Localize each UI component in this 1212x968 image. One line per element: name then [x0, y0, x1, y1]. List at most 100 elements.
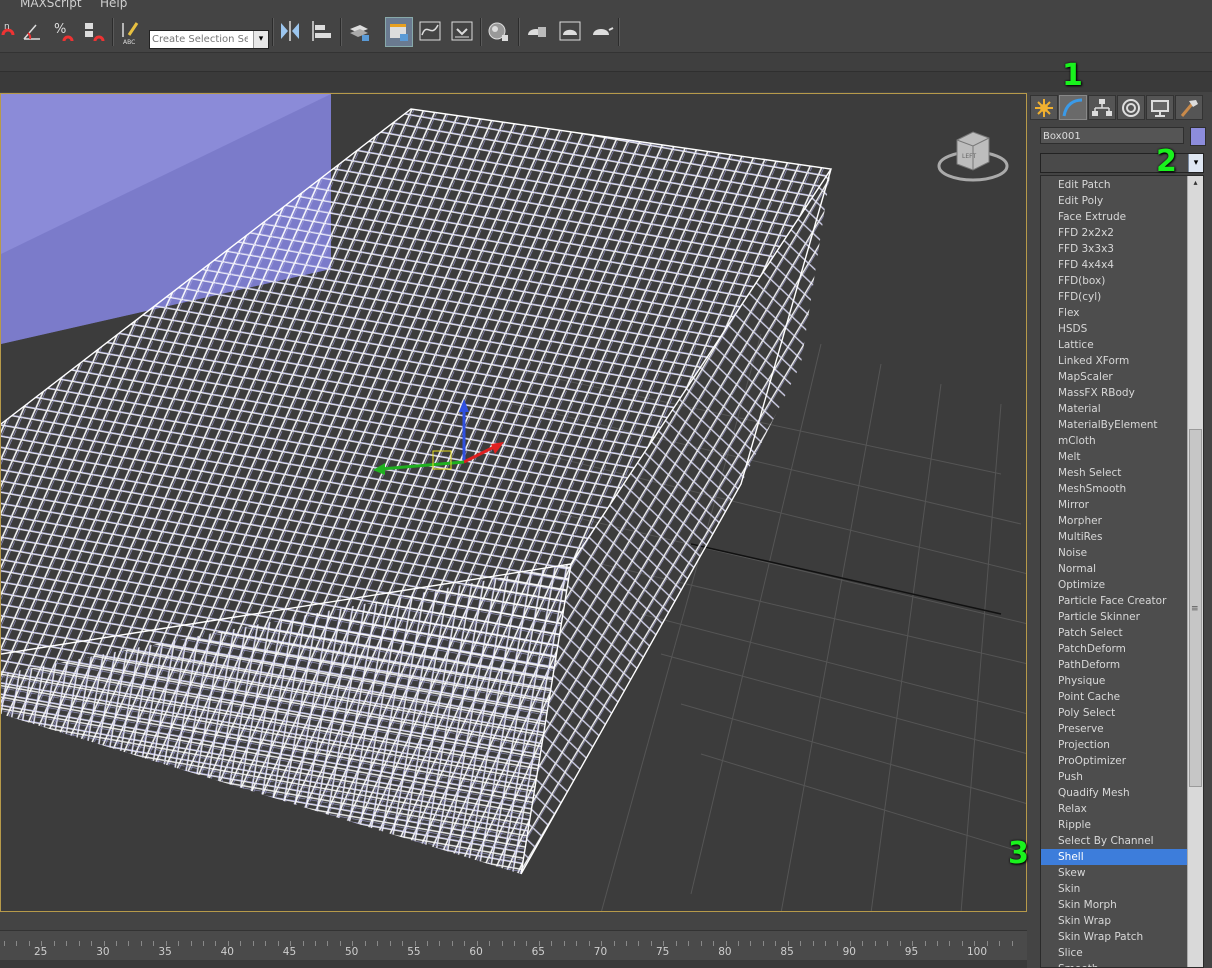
timeline-tick-mark: [290, 941, 291, 946]
tab-hierarchy[interactable]: [1088, 95, 1116, 120]
schematic-view-button[interactable]: [449, 17, 475, 45]
modifier-item[interactable]: Push: [1041, 769, 1187, 785]
spinner-snap-button[interactable]: [82, 17, 108, 45]
object-color-swatch[interactable]: [1190, 127, 1206, 146]
timeline-tick-mark: [526, 941, 527, 946]
modifier-item[interactable]: FFD 2x2x2: [1041, 225, 1187, 241]
tab-create[interactable]: [1030, 95, 1058, 120]
timeline-tick-mark: [141, 941, 142, 946]
modifier-item[interactable]: Skin Wrap: [1041, 913, 1187, 929]
modifier-item[interactable]: Select By Channel: [1041, 833, 1187, 849]
timeline-tick-mark: [937, 941, 938, 946]
modifier-item[interactable]: ProOptimizer: [1041, 753, 1187, 769]
modifier-item[interactable]: MapScaler: [1041, 369, 1187, 385]
modifier-item[interactable]: Ripple: [1041, 817, 1187, 833]
timeline-tick-mark: [576, 941, 577, 946]
menu-maxscript[interactable]: MAXScript: [20, 0, 82, 10]
modifier-item[interactable]: Relax: [1041, 801, 1187, 817]
timeline-tick-mark: [153, 941, 154, 946]
modifier-item[interactable]: Skin Wrap Patch: [1041, 929, 1187, 945]
modifier-item[interactable]: MassFX RBody: [1041, 385, 1187, 401]
modifier-item-selected[interactable]: Shell: [1041, 849, 1187, 865]
modifier-item[interactable]: Noise: [1041, 545, 1187, 561]
modifier-item[interactable]: MultiRes: [1041, 529, 1187, 545]
timeline-tick-mark: [589, 941, 590, 946]
timeline-tick-mark: [54, 941, 55, 946]
timeline-tick-mark: [626, 941, 627, 946]
modifier-item[interactable]: PatchDeform: [1041, 641, 1187, 657]
mirror-button[interactable]: [277, 17, 303, 45]
perspective-viewport[interactable]: LEFT: [0, 93, 1027, 912]
modifier-item[interactable]: mCloth: [1041, 433, 1187, 449]
material-editor-button[interactable]: [486, 17, 512, 45]
rendered-frame-window-button[interactable]: [557, 17, 583, 45]
modifier-item[interactable]: Linked XForm: [1041, 353, 1187, 369]
modifier-item[interactable]: HSDS: [1041, 321, 1187, 337]
timeline-tick-mark: [128, 941, 129, 946]
modifier-item[interactable]: MeshSmooth: [1041, 481, 1187, 497]
modifier-item[interactable]: Flex: [1041, 305, 1187, 321]
modifier-item[interactable]: FFD 4x4x4: [1041, 257, 1187, 273]
modifier-item[interactable]: Lattice: [1041, 337, 1187, 353]
modifier-item[interactable]: Patch Select: [1041, 625, 1187, 641]
timeline-tick-mark: [29, 941, 30, 946]
modifier-item[interactable]: Particle Face Creator: [1041, 593, 1187, 609]
modifier-item[interactable]: Physique: [1041, 673, 1187, 689]
modifier-item[interactable]: Normal: [1041, 561, 1187, 577]
tab-display[interactable]: [1146, 95, 1174, 120]
scene-explorer-button[interactable]: [385, 17, 413, 47]
modifier-item[interactable]: Projection: [1041, 737, 1187, 753]
timeline-tick-mark: [104, 941, 105, 946]
scroll-up-icon[interactable]: ▴: [1188, 176, 1203, 190]
tab-modify[interactable]: [1059, 95, 1087, 120]
modifier-item[interactable]: Face Extrude: [1041, 209, 1187, 225]
modifier-item[interactable]: Material: [1041, 401, 1187, 417]
chevron-down-icon[interactable]: ▾: [253, 31, 268, 48]
render-production-button[interactable]: [589, 17, 615, 45]
modifier-item[interactable]: Point Cache: [1041, 689, 1187, 705]
modifier-item[interactable]: Melt: [1041, 449, 1187, 465]
timeline-tick-mark: [303, 941, 304, 946]
menu-help[interactable]: Help: [100, 0, 127, 10]
modifier-item[interactable]: Particle Skinner: [1041, 609, 1187, 625]
modifier-item[interactable]: Quadify Mesh: [1041, 785, 1187, 801]
modifier-item[interactable]: Optimize: [1041, 577, 1187, 593]
modifier-item[interactable]: MaterialByElement: [1041, 417, 1187, 433]
named-selection-sets-input[interactable]: [150, 31, 250, 48]
modifier-item[interactable]: Skew: [1041, 865, 1187, 881]
modifier-item[interactable]: Preserve: [1041, 721, 1187, 737]
modifier-item[interactable]: FFD(cyl): [1041, 289, 1187, 305]
modifier-item[interactable]: FFD 3x3x3: [1041, 241, 1187, 257]
named-selection-sets-dropdown[interactable]: ▾: [149, 30, 269, 49]
object-name-field[interactable]: Box001: [1040, 127, 1184, 144]
modifier-item[interactable]: Morpher: [1041, 513, 1187, 529]
align-button[interactable]: [309, 17, 335, 45]
chevron-down-icon[interactable]: ▾: [1188, 154, 1203, 172]
modifier-item[interactable]: PathDeform: [1041, 657, 1187, 673]
modifier-item[interactable]: Edit Poly: [1041, 193, 1187, 209]
timeline-tick-mark: [738, 941, 739, 946]
modifier-item[interactable]: Mirror: [1041, 497, 1187, 513]
angle-snap-button[interactable]: [20, 17, 46, 45]
dropdown-scrollbar[interactable]: ▴ ≡: [1187, 176, 1203, 967]
modifier-item[interactable]: Skin: [1041, 881, 1187, 897]
percent-snap-button[interactable]: %: [52, 17, 78, 45]
modifier-item[interactable]: Edit Patch: [1041, 177, 1187, 193]
timeline-tick-mark: [900, 941, 901, 946]
modifier-item[interactable]: FFD(box): [1041, 273, 1187, 289]
tab-motion[interactable]: [1117, 95, 1145, 120]
modifier-item[interactable]: Slice: [1041, 945, 1187, 961]
viewcube-icon[interactable]: LEFT: [935, 124, 1011, 186]
tab-utilities[interactable]: [1175, 95, 1203, 120]
layer-manager-button[interactable]: [346, 17, 372, 45]
curve-editor-button[interactable]: [417, 17, 443, 45]
modifier-item[interactable]: Skin Morph: [1041, 897, 1187, 913]
render-setup-button[interactable]: [524, 17, 550, 45]
modifier-item[interactable]: Smooth: [1041, 961, 1187, 967]
edit-named-selection-button[interactable]: ABC: [117, 17, 143, 46]
timeline-ruler[interactable]: 25 30 35 40 45 50 55 60 65 70 75 80 85 90 95 100: [0, 930, 1027, 961]
modifier-item[interactable]: Poly Select: [1041, 705, 1187, 721]
timeline-tick-mark: [775, 941, 776, 946]
modifier-list-dropdown[interactable]: ▾: [1040, 153, 1204, 173]
modifier-item[interactable]: Mesh Select: [1041, 465, 1187, 481]
